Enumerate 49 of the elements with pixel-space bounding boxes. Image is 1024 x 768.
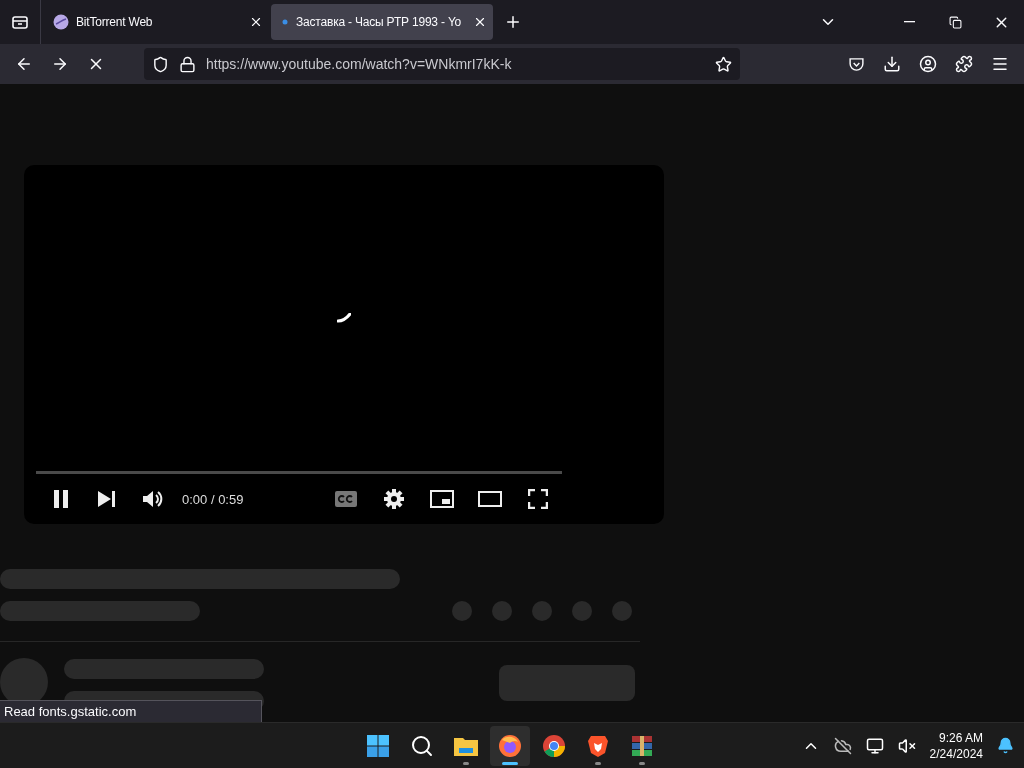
puzzle-icon bbox=[955, 55, 973, 73]
skeleton-circle bbox=[572, 601, 592, 621]
search-icon bbox=[410, 733, 434, 758]
restore-icon bbox=[948, 15, 962, 29]
globe-icon bbox=[53, 14, 69, 30]
skeleton-circle bbox=[532, 601, 552, 621]
skeleton-circle bbox=[492, 601, 512, 621]
pause-button[interactable] bbox=[53, 490, 69, 508]
time-display: 0:00 / 0:59 bbox=[182, 491, 244, 507]
theater-mode-button[interactable] bbox=[478, 491, 502, 507]
address-field[interactable]: https://www.youtube.com/watch?v=WNkmrI7kK-k bbox=[144, 48, 740, 80]
account-icon bbox=[919, 55, 937, 73]
captions-button[interactable] bbox=[335, 491, 357, 507]
volume-button[interactable] bbox=[143, 490, 163, 508]
shield-icon bbox=[152, 55, 169, 73]
plus-icon bbox=[504, 13, 522, 31]
minimize-icon bbox=[903, 21, 915, 23]
fullscreen-button[interactable] bbox=[528, 489, 548, 509]
video-player[interactable]: 0:00 / 0:59 bbox=[24, 165, 664, 524]
bookmark-star-icon bbox=[715, 55, 732, 73]
download-icon bbox=[883, 55, 901, 73]
pocket-icon bbox=[847, 55, 865, 73]
menu-icon bbox=[991, 55, 1009, 73]
browser-tab[interactable]: BitTorrent Web bbox=[43, 4, 269, 40]
volume-muted-icon[interactable] bbox=[897, 736, 916, 755]
firefox-icon bbox=[498, 733, 522, 758]
lock-icon bbox=[179, 55, 196, 73]
notification-bell-icon[interactable] bbox=[997, 737, 1014, 754]
cloud-off-icon[interactable] bbox=[833, 736, 852, 755]
tab-list-icon bbox=[11, 14, 29, 30]
close-icon bbox=[249, 15, 263, 29]
settings-button[interactable] bbox=[384, 489, 404, 509]
lion-shield-icon bbox=[587, 733, 609, 758]
taskbar-clock[interactable]: 9:26 AM 2/24/2024 bbox=[929, 729, 983, 762]
windows-logo-icon bbox=[366, 733, 390, 758]
spinner-icon bbox=[337, 313, 351, 323]
skeleton-circle bbox=[452, 601, 472, 621]
chrome-icon bbox=[542, 733, 566, 758]
skeleton-circle bbox=[612, 601, 632, 621]
loading-dot-icon bbox=[281, 18, 289, 26]
browser-tab[interactable]: Заставка - Часы РТР 1993 - Yo bbox=[271, 4, 493, 40]
miniplayer-button[interactable] bbox=[430, 490, 454, 508]
forward-arrow-icon bbox=[51, 55, 69, 73]
next-button[interactable] bbox=[98, 491, 116, 507]
taskbar-app-button[interactable] bbox=[490, 725, 530, 766]
status-text: Read fonts.gstatic.com bbox=[0, 700, 262, 722]
close-icon bbox=[473, 15, 487, 29]
books-icon bbox=[630, 733, 654, 758]
network-icon[interactable] bbox=[865, 736, 884, 755]
